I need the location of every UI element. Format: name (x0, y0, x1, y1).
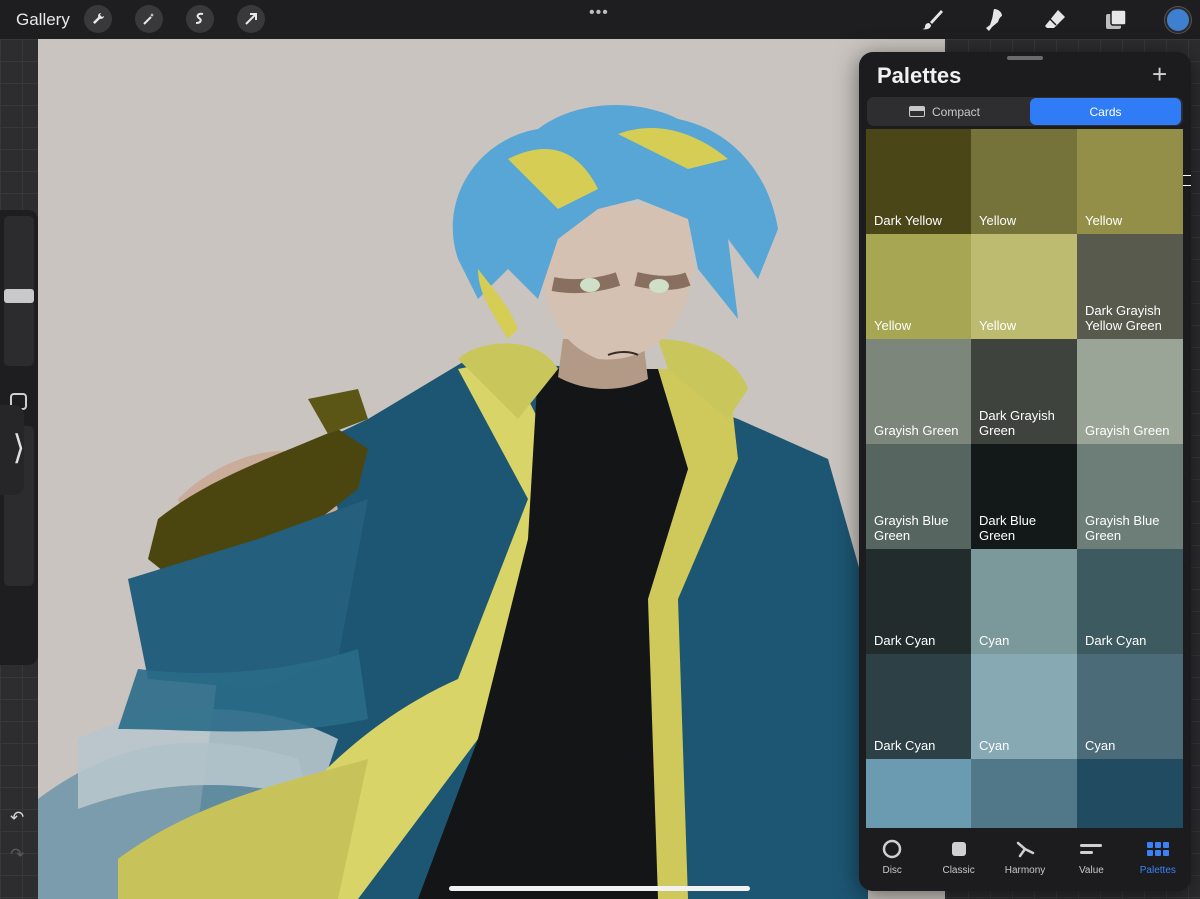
palette-swatch[interactable]: Dark Cyan (866, 654, 971, 759)
view-mode-cards[interactable]: Cards (1030, 98, 1191, 189)
palette-swatch-label: Cyan (979, 633, 1010, 648)
palette-swatch-label: Grayish Blue Green (1085, 513, 1160, 543)
palette-swatch[interactable]: Dark Cyan (866, 549, 971, 654)
palette-swatch-grid: Dark Yellow Yellow Yellow Yellow Yellow Dark … (866, 129, 1183, 864)
magic-wand-icon[interactable] (135, 5, 163, 33)
palette-swatch-label: Dark Cyan (874, 738, 936, 753)
harmony-icon (1014, 838, 1036, 860)
tab-harmony-label: Harmony (1004, 865, 1046, 876)
wrench-icon[interactable] (84, 5, 112, 33)
palette-swatch-label: Dark Cyan (1085, 633, 1147, 648)
view-mode-cards-label: Cards (1089, 104, 1122, 119)
chevron-right-icon: ❭ (11, 430, 27, 463)
compact-view-icon (908, 106, 925, 117)
palette-swatch[interactable]: Dark Yellow (866, 129, 971, 234)
disc-icon (881, 838, 903, 860)
palettes-grid-icon (1146, 838, 1170, 860)
current-color-swatch[interactable] (1165, 7, 1191, 33)
home-indicator[interactable] (449, 886, 750, 891)
palette-swatch[interactable]: Dark Cyan (1077, 549, 1183, 654)
palette-swatch[interactable]: Dark Grayish Green (971, 339, 1077, 444)
palette-swatch-label: Yellow (1085, 213, 1123, 228)
palette-swatch[interactable]: Dark Grayish Yellow Green (1077, 234, 1183, 339)
view-mode-compact[interactable]: Compact (869, 98, 1020, 125)
brush-size-slider-thumb[interactable] (4, 289, 34, 303)
palette-swatch[interactable]: Cyan (971, 654, 1077, 759)
tab-disc[interactable]: Disc (859, 828, 925, 891)
palette-swatch[interactable]: Cyan (1077, 654, 1183, 759)
classic-square-icon (948, 838, 970, 860)
palette-swatch-label: Dark Cyan (874, 633, 936, 648)
redo-icon[interactable]: ↷ (10, 845, 24, 865)
palette-swatch[interactable]: Yellow (971, 129, 1077, 234)
transform-arrow-icon[interactable] (237, 5, 265, 33)
palette-swatch-label: Grayish Green (1085, 423, 1170, 438)
artwork-illustration (38, 105, 868, 899)
palette-swatch[interactable]: Yellow (971, 234, 1077, 339)
view-mode-compact-label: Compact (931, 104, 981, 119)
palette-swatch[interactable]: Grayish Blue Green (866, 444, 971, 549)
gallery-button[interactable]: Gallery (16, 10, 70, 30)
tab-classic[interactable]: Classic (925, 828, 991, 891)
view-mode-toggle: Compact Cards (867, 97, 1191, 189)
palette-swatch-label: Dark Blue Green (979, 513, 1037, 543)
panel-title: Palettes (877, 63, 962, 88)
eraser-icon[interactable] (1040, 6, 1070, 34)
layers-icon[interactable] (1101, 6, 1131, 34)
palette-swatch[interactable]: Grayish Blue Green (1077, 444, 1183, 549)
tab-value[interactable]: Value (1058, 828, 1124, 891)
color-panel: Palettes + Compact Cards Dark Yellow Yell… (859, 52, 1191, 891)
brush-icon[interactable] (917, 6, 947, 34)
palette-swatch-label: Cyan (1085, 738, 1116, 753)
tab-palettes[interactable]: Palettes (1125, 828, 1191, 891)
palette-swatch-label: Dark Grayish Yellow Green (1085, 303, 1162, 333)
color-mode-tabbar: Disc Classic Harmony Value Palettes (859, 828, 1191, 891)
palette-swatch[interactable]: Grayish Green (1077, 339, 1183, 444)
tab-disc-label: Disc (882, 865, 902, 876)
sidebar-toggle-handle[interactable]: ❭ (0, 405, 27, 495)
tab-harmony[interactable]: Harmony (992, 828, 1058, 891)
panel-grabber[interactable] (1007, 56, 1043, 60)
drawing-canvas[interactable] (38, 39, 945, 899)
palette-swatch[interactable]: Cyan (971, 549, 1077, 654)
palette-swatch-label: Grayish Blue Green (874, 513, 949, 543)
palette-swatch-label: Yellow (874, 318, 912, 333)
tab-classic-label: Classic (942, 865, 975, 876)
palette-swatch-label: Yellow (979, 213, 1017, 228)
selection-icon[interactable] (186, 5, 214, 33)
palette-swatch[interactable]: Yellow (866, 234, 971, 339)
palette-swatch[interactable]: Yellow (1077, 129, 1183, 234)
palette-swatch-label: Grayish Green (874, 423, 959, 438)
palette-swatch-label: Yellow (979, 318, 1017, 333)
palette-swatch-label: Cyan (979, 738, 1010, 753)
palette-swatch[interactable]: Grayish Green (866, 339, 971, 444)
value-sliders-icon (1079, 838, 1103, 860)
add-palette-button[interactable]: + (1152, 59, 1167, 90)
tab-palettes-label: Palettes (1139, 865, 1176, 876)
smudge-icon[interactable] (978, 6, 1008, 34)
tab-value-label: Value (1079, 865, 1104, 876)
actions-menu-dots[interactable]: ••• (589, 4, 609, 22)
palette-swatch-label: Dark Yellow (874, 213, 942, 228)
top-toolbar: Gallery ••• (0, 0, 1200, 39)
undo-icon[interactable]: ↶ (10, 808, 24, 828)
palette-swatch-label: Dark Grayish Green (979, 408, 1055, 438)
palette-swatch[interactable]: Dark Blue Green (971, 444, 1077, 549)
